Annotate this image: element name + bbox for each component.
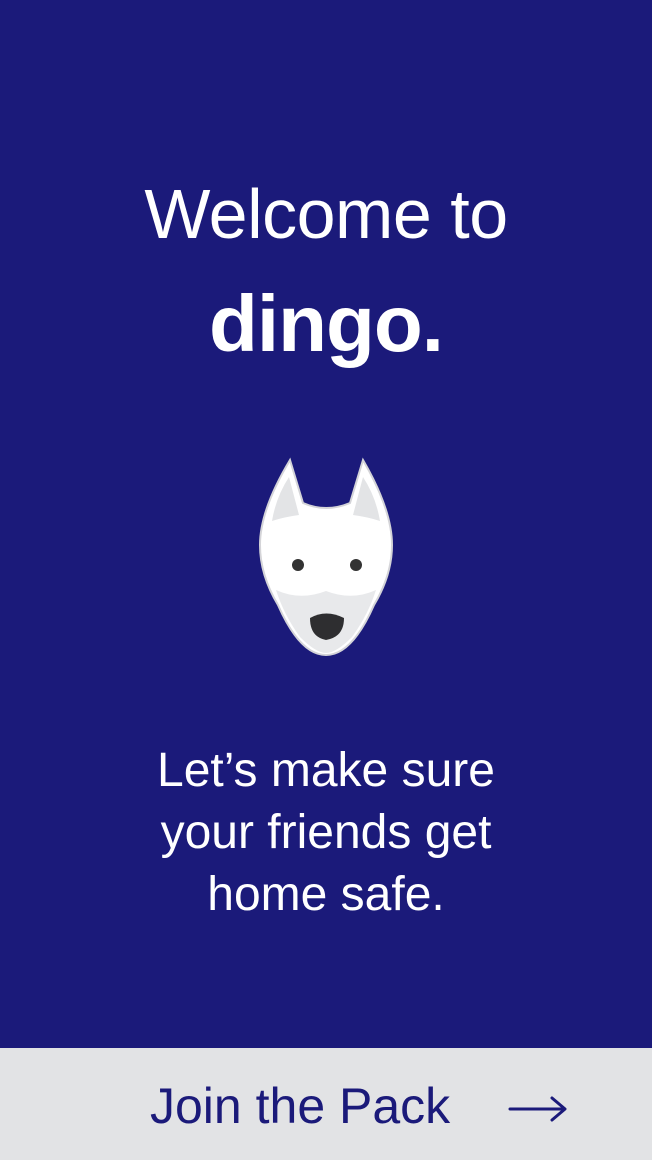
tagline-line: your friends get: [160, 806, 492, 859]
app-name: dingo.: [209, 279, 444, 368]
tagline-line: home safe.: [207, 868, 445, 921]
tagline-line: Let’s make sure: [157, 744, 495, 797]
join-the-pack-button[interactable]: Join the Pack: [0, 1048, 652, 1160]
welcome-screen: Welcome to dingo. Let’s make sure your f…: [0, 0, 652, 1160]
dog-face-icon: [258, 457, 394, 657]
arrow-right-icon: [508, 1096, 567, 1122]
welcome-title: Welcome to: [144, 175, 508, 253]
join-button-label: Join the Pack: [150, 1078, 451, 1134]
tagline: Let’s make sure your friends get home sa…: [0, 740, 652, 926]
